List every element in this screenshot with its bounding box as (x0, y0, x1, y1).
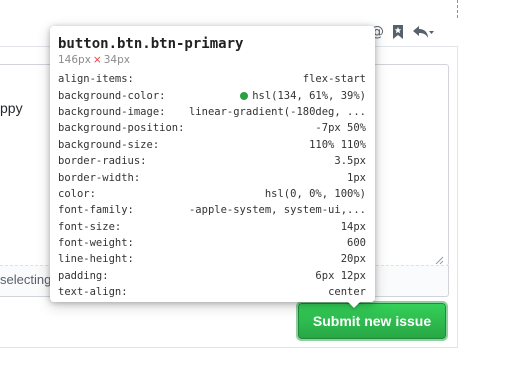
style-value: hsl(0, 0%, 100%) (264, 187, 366, 200)
style-value: hsl(134, 61%, 39%) (252, 89, 366, 102)
style-prop: background-size: (58, 138, 160, 151)
style-row: border-radius: 3.5px (58, 153, 366, 169)
attach-files-text: selecting (0, 272, 52, 287)
style-prop: background-position: (58, 122, 185, 135)
style-row: font-size: 14px (58, 219, 366, 235)
style-prop: text-align: (58, 286, 128, 299)
page-divider-bottom (0, 347, 458, 348)
tooltip-style-list: align-items: flex-start background-color:… (58, 71, 366, 300)
inspector-tooltip: button.btn.btn-primary 146px × 34px align-… (50, 26, 375, 302)
tooltip-selector: button.btn.btn-primary (58, 36, 244, 52)
style-value: -apple-system, system-ui,... (188, 204, 366, 217)
style-prop: line-height: (58, 253, 134, 266)
style-row: background-image: linear-gradient(-180deg… (58, 104, 366, 120)
tooltip-height: 34px (103, 54, 130, 66)
style-value: 600 (347, 237, 366, 250)
page-divider-right (457, 46, 458, 348)
style-value: flex-start (302, 73, 366, 86)
style-prop: align-items: (58, 73, 134, 86)
style-row: font-family: -apple-system, system-ui,... (58, 202, 366, 218)
style-row: background-position: -7px 50% (58, 120, 366, 136)
style-prop: font-weight: (58, 237, 134, 250)
color-swatch-icon (240, 91, 249, 100)
style-prop: background-image: (58, 105, 166, 118)
bookmark-icon[interactable] (392, 24, 404, 40)
style-row: line-height: 20px (58, 251, 366, 267)
editor-toolbar: @ (370, 20, 434, 44)
style-value: 110% 110% (309, 138, 366, 151)
style-prop: border-width: (58, 171, 141, 184)
style-value: linear-gradient(-180deg, ... (188, 105, 366, 118)
style-value: 3.5px (334, 155, 366, 168)
style-prop: font-size: (58, 220, 122, 233)
style-row: font-weight: 600 (58, 235, 366, 251)
style-prop: padding: (58, 269, 109, 282)
reply-icon[interactable] (412, 25, 434, 39)
style-row: background-size: 110% 110% (58, 137, 366, 153)
style-row: color: hsl(0, 0%, 100%) (58, 186, 366, 202)
tooltip-times: × (92, 54, 102, 66)
style-row: align-items: flex-start (58, 71, 366, 87)
style-row: text-align: center (58, 284, 366, 300)
tooltip-pointer (346, 300, 362, 308)
textarea-partial-text: ppy (0, 100, 23, 116)
style-prop: font-family: (58, 204, 134, 217)
style-row: background-color: hsl(134, 61%, 39%) (58, 87, 366, 103)
style-prop: background-color: (58, 89, 166, 102)
submit-new-issue-button[interactable]: Submit new issue (296, 301, 448, 341)
style-row: border-width: 1px (58, 169, 366, 185)
style-value: 1px (347, 171, 366, 184)
tooltip-width: 146px (58, 54, 91, 66)
style-value: center (328, 286, 366, 299)
style-value: 14px (340, 220, 366, 233)
style-value: 6px 12px (315, 269, 366, 282)
style-prop: border-radius: (58, 155, 147, 168)
style-value: -7px 50% (315, 122, 366, 135)
style-prop: color: (58, 187, 96, 200)
tooltip-dimensions: 146px × 34px (58, 53, 366, 67)
style-value: 20px (340, 253, 366, 266)
page-edge-dash (457, 0, 458, 18)
style-row: padding: 6px 12px (58, 268, 366, 284)
